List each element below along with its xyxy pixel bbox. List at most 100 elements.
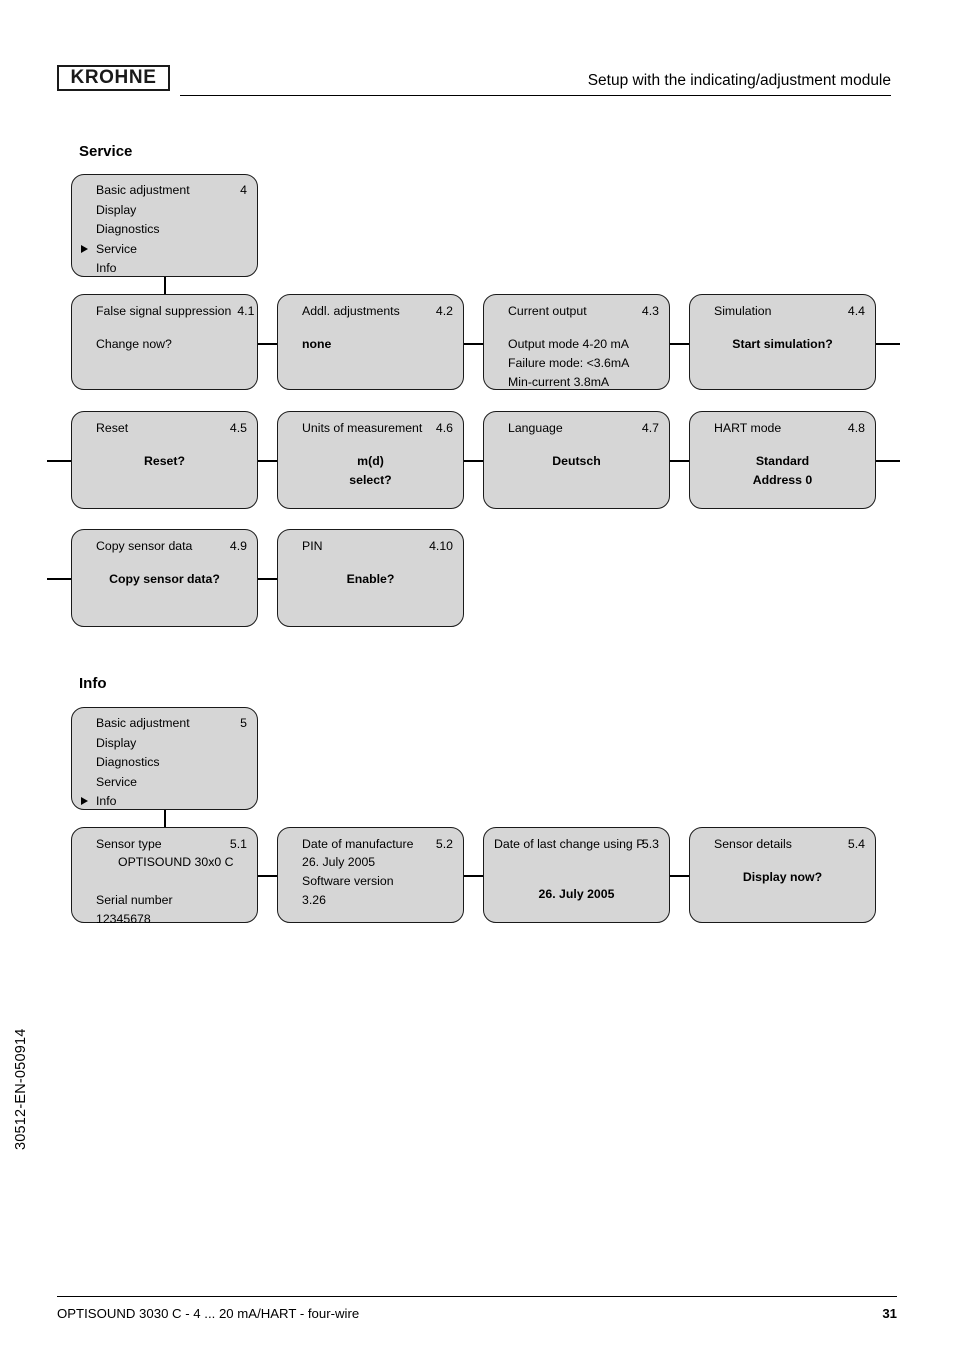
box-number: 5.3: [641, 837, 659, 851]
box-units-of-measurement[interactable]: Units of measurement 4.6 m(d) select?: [277, 411, 464, 509]
box-number: 4.4: [847, 304, 865, 318]
box-line: m(d): [357, 454, 384, 468]
box-number: 4.8: [847, 421, 865, 435]
connector-48-rightstub: [876, 460, 900, 462]
box-number: 4.2: [435, 304, 453, 318]
box-title: Date of manufacture: [302, 837, 414, 851]
menu-number: 5: [240, 716, 247, 730]
box-line: Standard: [755, 454, 810, 468]
connector-53-54: [670, 875, 689, 877]
box-title: Reset: [96, 421, 129, 435]
box-line: Deutsch: [552, 454, 601, 468]
menu-item-basic-adjustment[interactable]: Basic adjustment 5: [72, 714, 257, 734]
box-header: Sensor details 5.4: [690, 836, 875, 852]
box-body: Output mode 4-20 mA Failure mode: <3.6mA…: [484, 335, 669, 392]
box-body: Standard Address 0: [690, 452, 875, 490]
box-line: Serial number: [96, 893, 173, 907]
selection-arrow-icon: [81, 797, 88, 806]
box-line: none: [302, 337, 332, 351]
box-body: OPTISOUND 30x0 C Serial number 12345678: [72, 853, 257, 929]
box-title: Sensor type: [96, 837, 162, 851]
menu-item-label: Info: [96, 794, 117, 809]
menu-item-display[interactable]: Display: [72, 201, 257, 221]
box-language[interactable]: Language 4.7 Deutsch: [483, 411, 670, 509]
box-line-spacer: [96, 872, 245, 891]
box-current-output[interactable]: Current output 4.3 Output mode 4-20 mA F…: [483, 294, 670, 390]
box-title: Simulation: [714, 304, 772, 318]
box-line: Address 0: [752, 473, 813, 487]
box-hart-mode[interactable]: HART mode 4.8 Standard Address 0: [689, 411, 876, 509]
box-sensor-details[interactable]: Sensor details 5.4 Display now?: [689, 827, 876, 923]
menu-item-label: Basic adjustment: [96, 183, 190, 197]
box-title: Date of last change using P: [494, 837, 645, 851]
menu-item-label: Diagnostics: [96, 222, 160, 237]
box-number: 5.1: [229, 837, 247, 851]
box-body: Enable?: [278, 570, 463, 589]
box-reset[interactable]: Reset 4.5 Reset?: [71, 411, 258, 509]
box-body: Reset?: [72, 452, 257, 471]
box-title: Addl. adjustments: [302, 304, 400, 318]
connector-41-42: [258, 343, 277, 345]
connector-49-410: [258, 578, 277, 580]
box-body: m(d) select?: [278, 452, 463, 490]
connector-52-53: [464, 875, 483, 877]
box-line: 26. July 2005: [538, 887, 615, 901]
box-header: Language 4.7: [484, 420, 669, 436]
box-header: Reset 4.5: [72, 420, 257, 436]
box-line: 26. July 2005: [302, 855, 376, 869]
box-body: Change now?: [72, 335, 257, 354]
footer-divider: [57, 1296, 897, 1297]
box-false-signal-suppression[interactable]: False signal suppression 4.1 Change now?: [71, 294, 258, 390]
box-header: Units of measurement 4.6: [278, 420, 463, 436]
connector-leftstub-45: [47, 460, 71, 462]
box-title: Language: [508, 421, 563, 435]
service-menu-box: Basic adjustment 4 Display Diagnostics S…: [71, 174, 258, 277]
box-line: Failure mode: <3.6mA: [508, 356, 630, 370]
box-line: Display now?: [742, 870, 823, 884]
box-date-of-last-change[interactable]: Date of last change using P 5.3 26. July…: [483, 827, 670, 923]
connector-43-44: [670, 343, 689, 345]
menu-item-diagnostics[interactable]: Diagnostics: [72, 753, 257, 773]
menu-item-label: Service: [96, 241, 138, 256]
connector-menu-to-41: [164, 277, 166, 294]
connector-45-46: [258, 460, 277, 462]
connector-44-rightstub: [876, 343, 900, 345]
section-title-service: Service: [79, 143, 133, 160]
box-line: Start simulation?: [732, 337, 833, 351]
box-line: Change now?: [96, 337, 172, 351]
box-header: Sensor type 5.1: [72, 836, 257, 852]
box-header: Simulation 4.4: [690, 303, 875, 319]
box-title: PIN: [302, 539, 323, 553]
menu-item-label: Basic adjustment: [96, 716, 190, 730]
box-line: Output mode 4-20 mA: [508, 337, 629, 351]
connector-47-48: [670, 460, 689, 462]
menu-number: 4: [240, 183, 247, 197]
logo-text: KROHNE: [70, 67, 157, 88]
box-header: Addl. adjustments 4.2: [278, 303, 463, 319]
footer-product-name: OPTISOUND 3030 C - 4 ... 20 mA/HART - fo…: [57, 1306, 360, 1321]
menu-item-service[interactable]: Service: [72, 240, 257, 260]
box-body: Copy sensor data?: [72, 570, 257, 589]
box-line: 12345678: [96, 912, 151, 926]
header-title: Setup with the indicating/adjustment mod…: [587, 72, 891, 89]
box-pin[interactable]: PIN 4.10 Enable?: [277, 529, 464, 627]
box-title: HART mode: [714, 421, 782, 435]
menu-item-service[interactable]: Service: [72, 773, 257, 793]
box-line: select?: [349, 473, 392, 487]
box-copy-sensor-data[interactable]: Copy sensor data 4.9 Copy sensor data?: [71, 529, 258, 627]
selection-arrow-icon: [81, 244, 88, 253]
box-number: 4.3: [641, 304, 659, 318]
box-body: 26. July 2005: [484, 885, 669, 904]
menu-item-display[interactable]: Display: [72, 734, 257, 754]
menu-item-basic-adjustment[interactable]: Basic adjustment 4: [72, 181, 257, 201]
box-title: False signal suppression: [96, 304, 232, 318]
box-simulation[interactable]: Simulation 4.4 Start simulation?: [689, 294, 876, 390]
box-date-of-manufacture[interactable]: Date of manufacture 5.2 26. July 2005 So…: [277, 827, 464, 923]
box-line: Enable?: [346, 572, 395, 586]
page-number: 31: [882, 1306, 897, 1321]
menu-item-label: Display: [96, 202, 137, 217]
menu-item-diagnostics[interactable]: Diagnostics: [72, 220, 257, 240]
box-header: Date of manufacture 5.2: [278, 836, 463, 852]
box-sensor-type[interactable]: Sensor type 5.1 OPTISOUND 30x0 C Serial …: [71, 827, 258, 926]
box-addl-adjustments[interactable]: Addl. adjustments 4.2 none: [277, 294, 464, 390]
